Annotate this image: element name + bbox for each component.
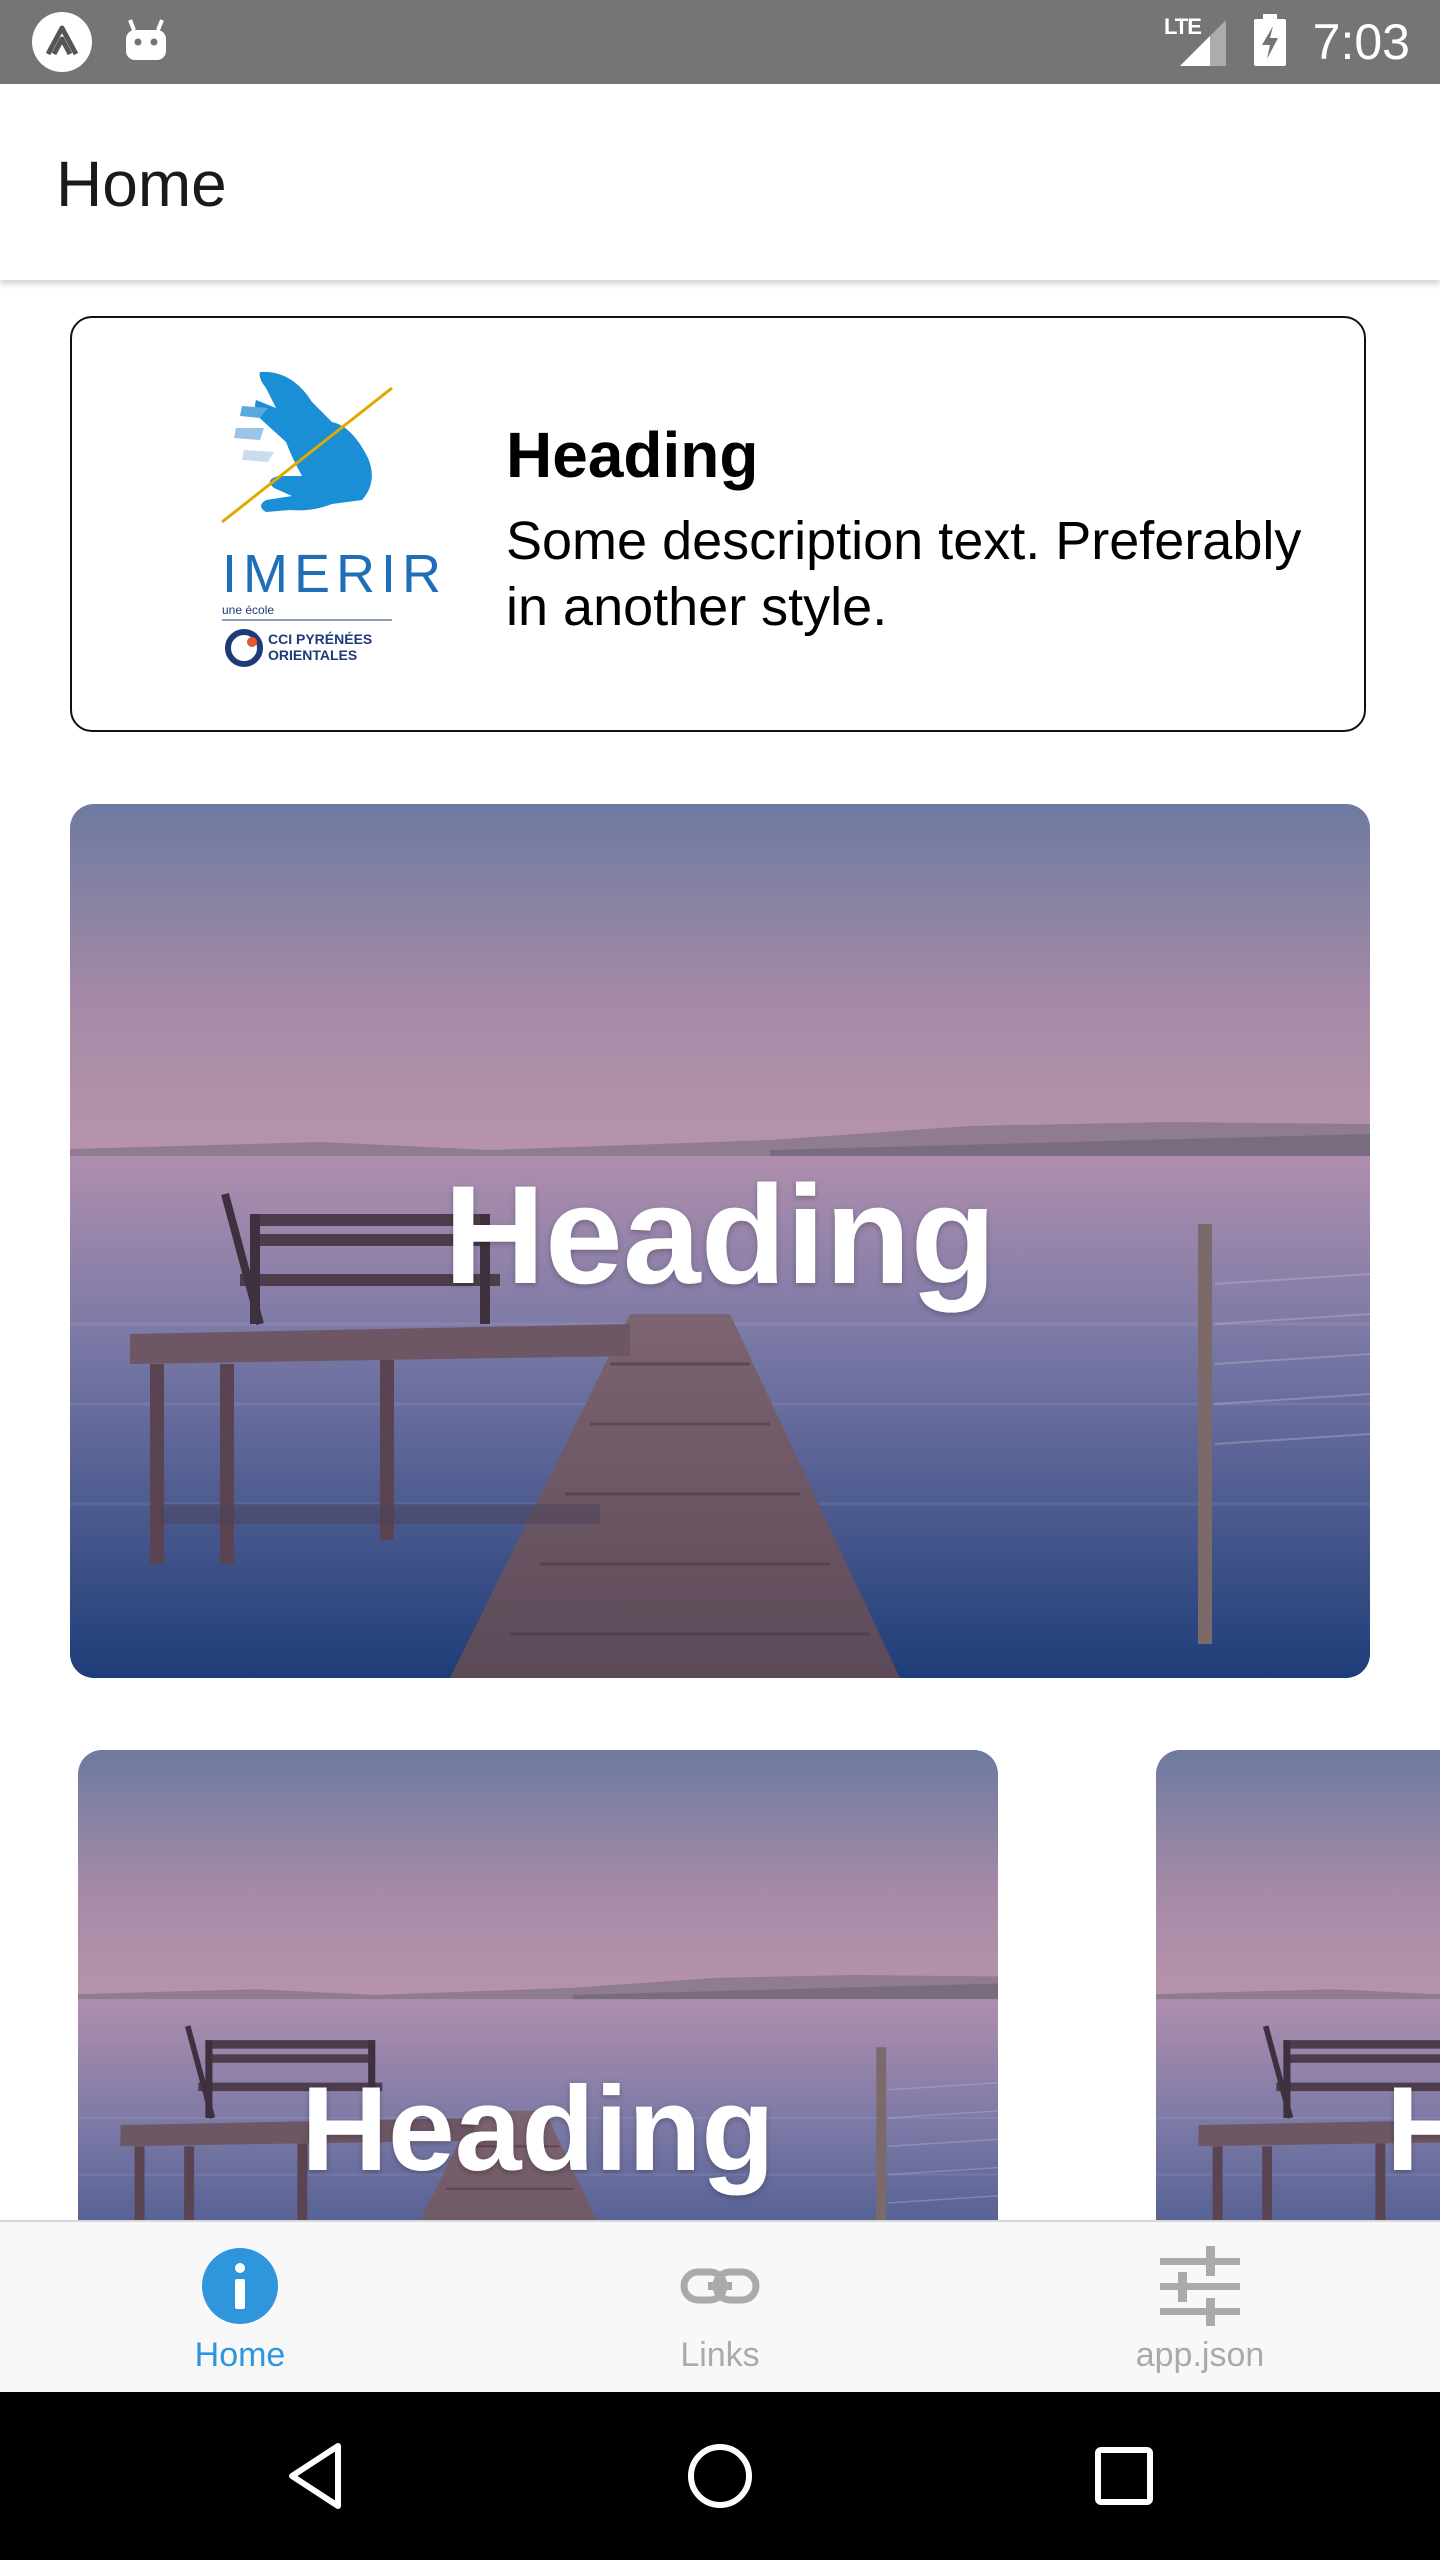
- scroll-content[interactable]: IMERIR une école CCI PYRÉNÉES ORIENTALES…: [0, 280, 1440, 2220]
- carousel-card-heading: Heading: [1386, 2062, 1440, 2196]
- carousel-card-heading: Heading: [301, 2062, 775, 2196]
- status-bar: LTE 7:03: [0, 0, 1440, 84]
- link-icon: [680, 2246, 760, 2326]
- tab-home[interactable]: Home: [0, 2222, 480, 2392]
- hero-image-card[interactable]: Heading: [70, 804, 1370, 1678]
- info-card-heading: Heading: [506, 419, 759, 491]
- bottom-tab-bar: Home Links app.json: [0, 2220, 1440, 2392]
- info-card[interactable]: IMERIR une école CCI PYRÉNÉES ORIENTALES…: [70, 316, 1366, 732]
- hero-heading: Heading: [443, 1156, 997, 1313]
- info-card-description: Some description text. Preferably in ano…: [506, 511, 1302, 637]
- recents-icon[interactable]: [1084, 2436, 1164, 2516]
- carousel-card[interactable]: Heading: [78, 1750, 998, 2220]
- logo-wordmark: IMERIR: [222, 544, 447, 604]
- svg-text:ORIENTALES: ORIENTALES: [268, 647, 357, 663]
- signal-icon: [1176, 16, 1230, 73]
- status-time: 7:03: [1312, 14, 1410, 70]
- app-header: Home: [0, 84, 1440, 280]
- page-title: Home: [56, 148, 227, 220]
- carousel-card[interactable]: Heading: [1156, 1750, 1440, 2220]
- tab-home-label: Home: [194, 2336, 286, 2374]
- back-icon[interactable]: [276, 2436, 356, 2516]
- android-icon: [120, 14, 172, 71]
- logo-tagline: une école: [222, 603, 274, 617]
- system-nav-bar: [0, 2392, 1440, 2560]
- info-icon: [200, 2246, 280, 2326]
- tab-links[interactable]: Links: [480, 2222, 960, 2392]
- home-icon[interactable]: [680, 2436, 760, 2516]
- tab-links-label: Links: [680, 2336, 760, 2374]
- tab-app-json-label: app.json: [1135, 2336, 1265, 2374]
- imerir-logo: IMERIR une école CCI PYRÉNÉES ORIENTALES: [182, 362, 502, 682]
- svg-text:CCI PYRÉNÉES: CCI PYRÉNÉES: [268, 631, 372, 647]
- sliders-icon: [1160, 2246, 1240, 2326]
- tab-app-json[interactable]: app.json: [960, 2222, 1440, 2392]
- expo-icon: [32, 12, 92, 72]
- battery-charging-icon: [1252, 14, 1288, 73]
